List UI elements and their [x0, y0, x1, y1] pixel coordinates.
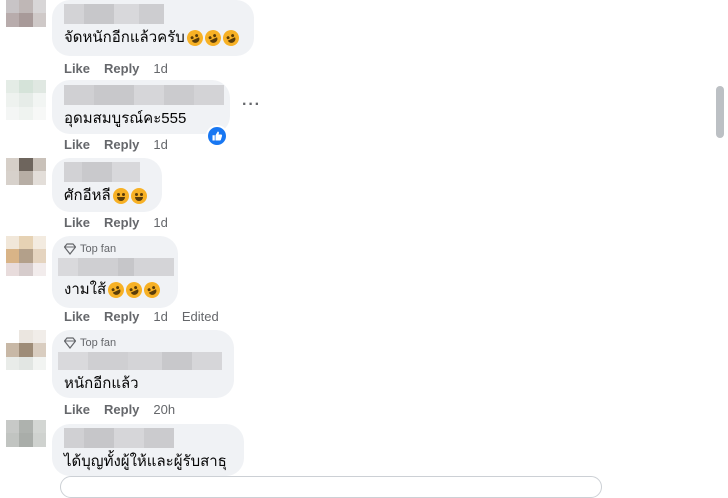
- rofl-emoji-icon: [184, 27, 206, 49]
- comment-text: ได้บุญทั้งผู้ให้และผู้รับสาธุ: [64, 453, 227, 470]
- comment-bubble: ได้บุญทั้งผู้ให้และผู้รับสาธุ: [52, 424, 244, 476]
- comment-bubble: จัดหนักอีกแล้วครับ: [52, 0, 254, 56]
- comment-actions: Like Reply 1d: [64, 61, 168, 76]
- reaction-badge[interactable]: [206, 125, 228, 147]
- comment-text: หนักอีกแล้ว: [64, 375, 139, 392]
- comment-bubble: อุดมสมบูรณ์คะ555: [52, 80, 230, 134]
- like-link[interactable]: Like: [64, 215, 90, 230]
- author-name-blurred[interactable]: [64, 428, 174, 448]
- avatar[interactable]: [6, 80, 46, 120]
- thumbs-up-icon: [212, 131, 223, 141]
- reply-link[interactable]: Reply: [104, 61, 139, 76]
- comment-actions: Like Reply 1d: [64, 215, 168, 230]
- reply-link[interactable]: Reply: [104, 309, 139, 324]
- comment-bubble: Top fan งามใส้: [52, 236, 178, 308]
- author-name-blurred[interactable]: [64, 4, 164, 24]
- avatar[interactable]: [6, 420, 46, 460]
- edited-label[interactable]: Edited: [182, 309, 219, 324]
- rofl-emoji-icon: [105, 279, 127, 301]
- like-link[interactable]: Like: [64, 309, 90, 324]
- top-fan-badge: Top fan: [64, 336, 222, 350]
- comment-text: อุดมสมบูรณ์คะ555: [64, 110, 187, 127]
- comment-time[interactable]: 20h: [153, 402, 175, 417]
- comment-time[interactable]: 1d: [153, 215, 167, 230]
- avatar[interactable]: [6, 330, 46, 370]
- diamond-icon: [64, 243, 76, 255]
- avatar[interactable]: [6, 158, 46, 198]
- author-name-blurred[interactable]: [58, 258, 174, 276]
- grinning-emoji-icon: [112, 188, 129, 204]
- like-link[interactable]: Like: [64, 402, 90, 417]
- comment-time[interactable]: 1d: [153, 61, 167, 76]
- comment-input[interactable]: [60, 476, 602, 498]
- comment-actions: Like Reply 20h: [64, 402, 175, 417]
- rofl-emoji-icon: [202, 27, 224, 49]
- comment-bubble: Top fan หนักอีกแล้ว: [52, 330, 234, 398]
- avatar[interactable]: [6, 0, 46, 40]
- more-options-icon[interactable]: ···: [242, 96, 261, 114]
- comment-time[interactable]: 1d: [153, 137, 167, 152]
- reply-link[interactable]: Reply: [104, 137, 139, 152]
- like-link[interactable]: Like: [64, 61, 90, 76]
- reply-link[interactable]: Reply: [104, 215, 139, 230]
- comment-text: ศักอีหลี: [64, 186, 150, 206]
- top-fan-badge: Top fan: [64, 242, 166, 256]
- comment-text: งามใส้: [64, 279, 166, 301]
- comment-bubble: ศักอีหลี: [52, 158, 162, 212]
- like-link[interactable]: Like: [64, 137, 90, 152]
- comment-time[interactable]: 1d: [153, 309, 167, 324]
- avatar[interactable]: [6, 236, 46, 276]
- diamond-icon: [64, 337, 76, 349]
- comment-actions: Like Reply 1d Edited: [64, 309, 219, 324]
- author-name-blurred[interactable]: [64, 85, 224, 105]
- grinning-emoji-icon: [130, 188, 147, 204]
- comment-actions: Like Reply 1d: [64, 137, 168, 152]
- author-name-blurred[interactable]: [58, 352, 222, 370]
- author-name-blurred[interactable]: [64, 162, 140, 182]
- comment-text: จัดหนักอีกแล้วครับ: [64, 27, 242, 49]
- rofl-emoji-icon: [141, 279, 163, 301]
- rofl-emoji-icon: [123, 279, 145, 301]
- reply-link[interactable]: Reply: [104, 402, 139, 417]
- scrollbar[interactable]: [716, 86, 724, 138]
- rofl-emoji-icon: [220, 27, 242, 49]
